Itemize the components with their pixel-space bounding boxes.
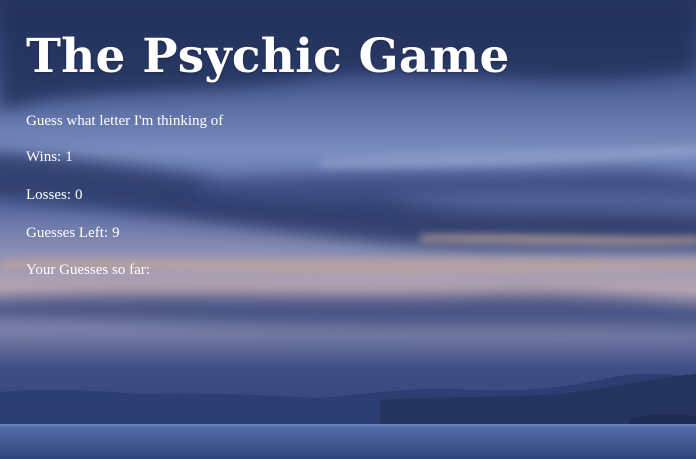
wins-count: 1: [65, 149, 73, 165]
page-title: The Psychic Game: [26, 29, 510, 84]
instructions-text: Guess what letter I'm thinking of: [26, 113, 224, 129]
guesses-left-count: 9: [112, 225, 120, 241]
losses-stat: Losses: 0: [26, 187, 83, 204]
losses-label: Losses:: [26, 187, 71, 203]
guesses-so-far-label: Your Guesses so far:: [26, 262, 150, 278]
guesses-so-far-stat: Your Guesses so far:: [26, 262, 154, 279]
wins-label: Wins:: [26, 149, 62, 165]
losses-count: 0: [75, 187, 83, 203]
game-container: The Psychic Game Guess what letter I'm t…: [26, 0, 686, 278]
guesses-left-label: Guesses Left:: [26, 225, 109, 241]
wins-stat: Wins: 1: [26, 149, 73, 166]
guesses-left-stat: Guesses Left: 9: [26, 225, 120, 242]
